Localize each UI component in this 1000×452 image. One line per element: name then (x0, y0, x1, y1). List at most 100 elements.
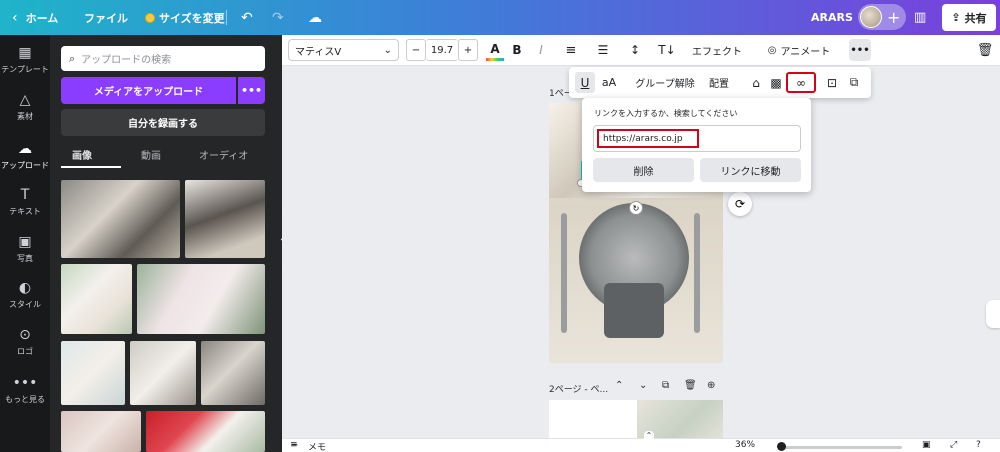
letter-case-button[interactable]: aA (599, 72, 619, 93)
delete-page-icon[interactable]: 🗑 (684, 380, 697, 391)
delete-link-button[interactable]: 削除 (593, 158, 694, 182)
team-name[interactable]: ARARS (811, 0, 853, 35)
zoom-slider-handle[interactable] (777, 442, 786, 451)
divider (226, 10, 227, 25)
more-options-button[interactable]: ••• (849, 39, 871, 61)
upload-media-button[interactable]: メディアをアップロード (61, 77, 236, 104)
refresh-icon[interactable]: ⟳ (728, 192, 752, 216)
rail-item-text[interactable]: T テキスト (0, 187, 50, 217)
insights-icon[interactable]: ▥ (914, 0, 926, 35)
align-center-icon[interactable]: ≡ (562, 39, 580, 61)
zoom-level[interactable]: 36% (735, 440, 755, 450)
avatar (860, 6, 882, 28)
go-to-link-button[interactable]: リンクに移動 (700, 158, 801, 182)
rail-item-photos[interactable]: ▣ 写真 (0, 234, 50, 264)
bottom-bar: ≡̶ メモ ⌃ 36% ▣ ⤢ ? (282, 431, 1000, 452)
upload-thumbnail[interactable] (61, 180, 180, 258)
upload-thumbnail[interactable] (61, 341, 125, 405)
animate-button[interactable]: ◎ アニメート (764, 39, 834, 61)
text-color-icon[interactable]: A (486, 39, 504, 61)
rotate-icon[interactable]: ↻ (629, 201, 643, 215)
top-bar: ‹ ホーム ファイル サイズを変更 ↶ ↷ ☁ ARARS + ▥ ⇪ 共有 (0, 0, 1000, 35)
add-page-icon[interactable]: ⊕ (707, 380, 715, 391)
tab-images[interactable]: 画像 (72, 147, 92, 162)
upload-thumbnail[interactable] (137, 264, 265, 334)
ungroup-button[interactable]: グループ解除 (635, 72, 695, 93)
rail-item-templates[interactable]: ▦ テンプレート (0, 45, 50, 75)
text-context-toolbar: U aA グループ解除 配置 ⌂ ▩ ∞ ⊡ ⧉ (569, 67, 871, 98)
elements-icon: △ (19, 92, 31, 108)
chevron-up-icon[interactable]: ⌃ (615, 380, 623, 391)
uploads-panel: ⌕ アップロードの検索 メディアをアップロード ••• 自分を録画する 画像 動… (50, 35, 282, 452)
upload-thumbnail[interactable] (61, 264, 132, 334)
tab-audio[interactable]: オーディオ (199, 147, 248, 162)
fullscreen-icon[interactable]: ⤢ (950, 440, 957, 450)
rail-item-logos[interactable]: ⊙ ロゴ (0, 327, 50, 357)
trash-icon[interactable]: 🗑 (976, 39, 994, 61)
share-button[interactable]: ⇪ 共有 (942, 4, 996, 31)
editor-toolbar: マティスV ⌄ − 19.7 + A B I ≡ ☰ ↕ T↓ エフェクト ◎ … (282, 35, 1000, 66)
upload-cloud-icon: ☁ (18, 141, 32, 157)
upload-thumbnail[interactable] (130, 341, 196, 405)
underline-icon[interactable]: U (575, 72, 595, 93)
rail-item-more[interactable]: ••• もっと見る (0, 375, 50, 405)
font-size-decrease-button[interactable]: − (406, 39, 426, 61)
tab-videos[interactable]: 動画 (141, 147, 161, 162)
copy-icon[interactable]: ⧉ (847, 72, 861, 93)
search-icon: ⌕ (69, 51, 76, 65)
template-icon: ▦ (18, 45, 32, 61)
design-page-2[interactable] (549, 400, 723, 438)
vertical-text-icon[interactable]: T↓ (658, 39, 676, 61)
font-family-select[interactable]: マティスV ⌄ (288, 39, 399, 61)
page-grid-icon[interactable]: ▣ (922, 440, 931, 450)
font-size-increase-button[interactable]: + (458, 39, 478, 61)
account-menu[interactable]: + (858, 4, 906, 30)
redo-icon[interactable]: ↷ (272, 0, 284, 35)
upload-thumbnail[interactable] (146, 411, 265, 452)
notes-icon[interactable]: ≡̶ (290, 440, 298, 450)
rail-item-elements[interactable]: △ 素材 (0, 92, 50, 122)
chevron-down-icon[interactable]: ⌄ (639, 380, 647, 391)
link-popover: リンクを入力するか、検索してください https://arars.co.jp 削… (582, 98, 811, 192)
upload-thumbnail[interactable] (185, 180, 265, 258)
palette-icon: ◐ (18, 280, 32, 296)
resize-button[interactable]: サイズを変更 (145, 0, 225, 35)
cloud-sync-icon[interactable]: ☁ (308, 0, 322, 35)
effects-button[interactable]: エフェクト (692, 39, 742, 61)
chevron-down-icon: ⌄ (383, 44, 392, 56)
arrange-button[interactable]: 配置 (707, 72, 731, 93)
upload-thumbnail[interactable] (201, 341, 265, 405)
rail-item-uploads[interactable]: ☁ アップロード (0, 133, 50, 177)
search-input[interactable]: ⌕ アップロードの検索 (61, 46, 265, 71)
notes-button[interactable]: メモ (308, 440, 326, 452)
fork-image (561, 213, 567, 333)
paint-format-icon[interactable]: ⌂ (747, 72, 765, 93)
font-size-input[interactable]: 19.7 (426, 39, 458, 61)
italic-icon[interactable]: I (532, 39, 550, 61)
spacing-icon[interactable]: ↕ (626, 39, 644, 61)
lock-icon[interactable]: ⊡ (825, 72, 839, 93)
bold-icon[interactable]: B (508, 39, 526, 61)
chevron-left-icon: ‹ (12, 9, 18, 26)
upload-thumbnail[interactable] (61, 411, 141, 452)
rail-item-styles[interactable]: ◐ スタイル (0, 280, 50, 310)
expand-pages-icon[interactable]: ⌃ (644, 431, 654, 440)
page-2-label[interactable]: 2ページ - ペ... (549, 382, 608, 395)
record-yourself-button[interactable]: 自分を録画する (61, 109, 265, 136)
list-icon[interactable]: ☰ (594, 39, 612, 61)
transparency-icon[interactable]: ▩ (769, 72, 783, 93)
file-menu[interactable]: ファイル (84, 0, 128, 35)
home-button[interactable]: ‹ ホーム (12, 0, 58, 35)
link-icon[interactable]: ∞ (786, 72, 816, 93)
undo-icon[interactable]: ↶ (241, 0, 253, 35)
left-rail: ▦ テンプレート △ 素材 ☁ アップロード T テキスト ▣ 写真 ◐ スタイ… (0, 35, 50, 452)
zoom-slider[interactable] (782, 446, 902, 449)
side-assistant-widget[interactable] (986, 300, 1000, 328)
crown-icon (145, 12, 155, 23)
help-icon[interactable]: ? (976, 440, 981, 450)
link-url-value[interactable]: https://arars.co.jp (597, 129, 699, 148)
duplicate-page-icon[interactable]: ⧉ (662, 380, 669, 391)
link-url-input[interactable]: https://arars.co.jp (593, 125, 801, 152)
upload-options-button[interactable]: ••• (238, 77, 265, 104)
add-member-icon[interactable]: + (887, 8, 900, 27)
